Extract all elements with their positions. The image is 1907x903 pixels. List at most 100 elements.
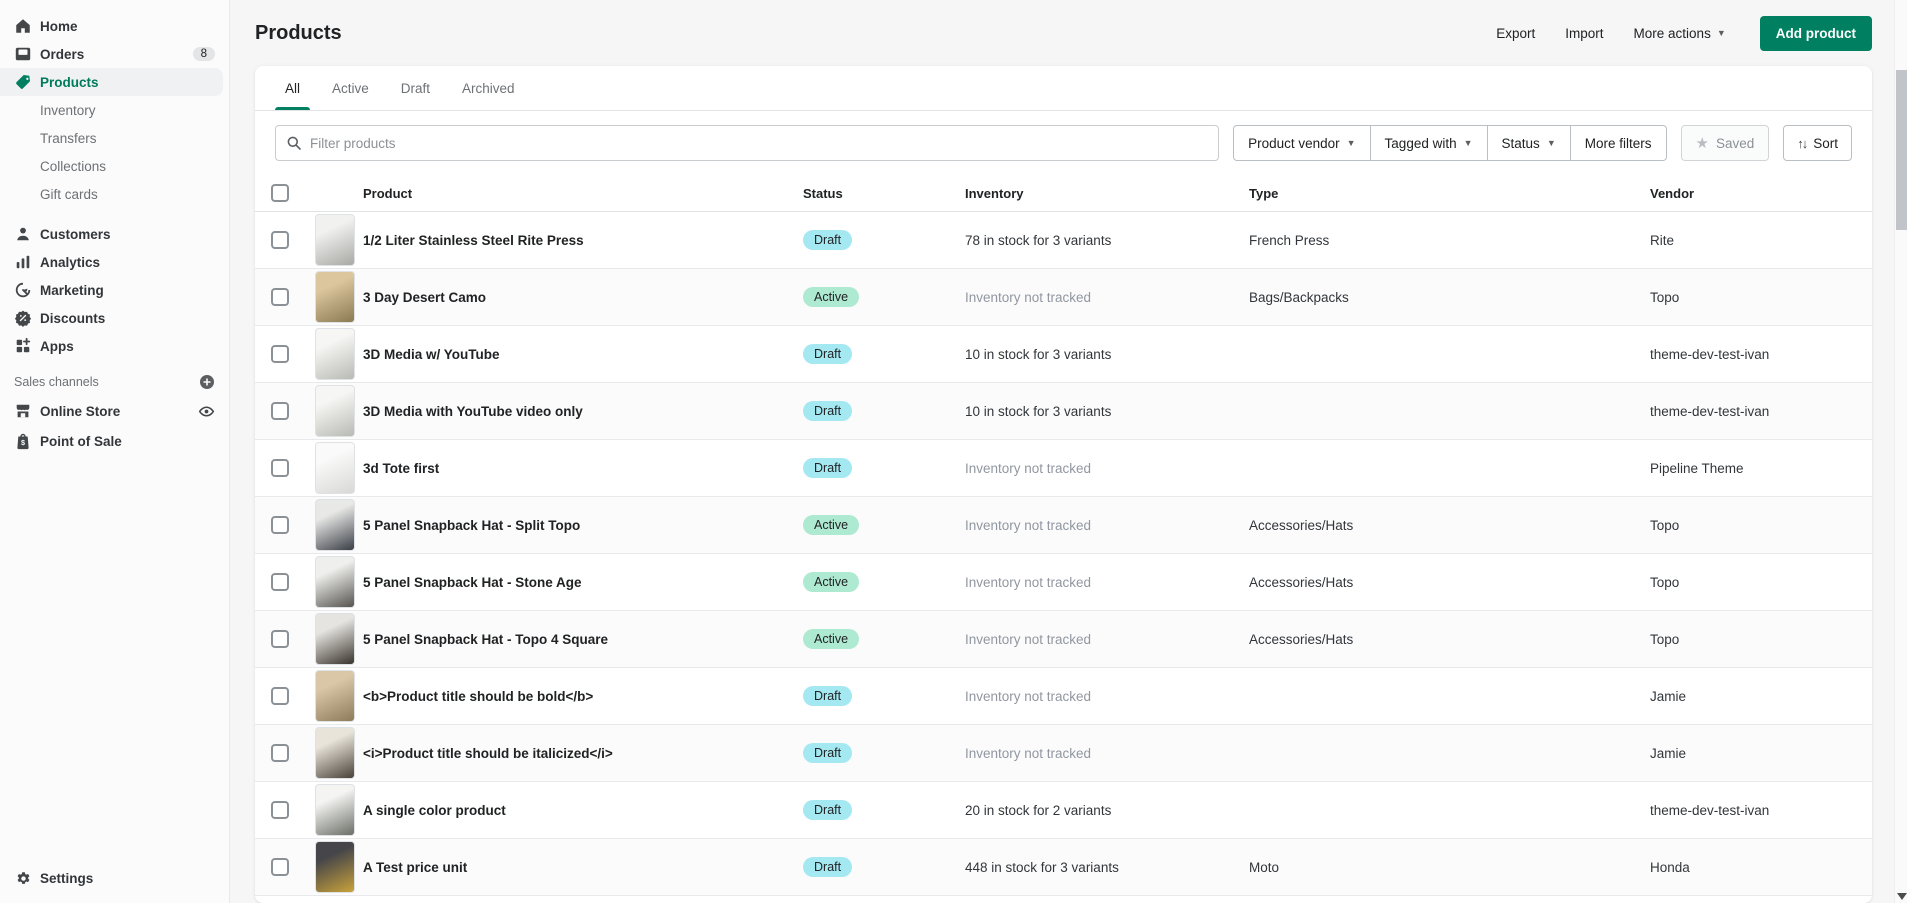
select-all-checkbox[interactable] bbox=[271, 184, 289, 202]
table-row[interactable]: <b>Product title should be bold</b> Draft… bbox=[255, 668, 1872, 725]
saved-filters-button[interactable]: ★ Saved bbox=[1680, 125, 1770, 161]
tab-draft[interactable]: Draft bbox=[385, 66, 446, 110]
filter-status-button[interactable]: Status ▼ bbox=[1487, 125, 1571, 161]
page-title: Products bbox=[255, 21, 342, 44]
inventory-cell: Inventory not tracked bbox=[965, 289, 1092, 305]
sidebar-item-customers[interactable]: Customers bbox=[0, 220, 229, 248]
home-icon bbox=[14, 17, 32, 35]
sidebar-item-point-of-sale[interactable]: $ Point of Sale bbox=[0, 426, 229, 456]
filter-product-vendor-button[interactable]: Product vendor ▼ bbox=[1233, 125, 1371, 161]
table-row[interactable]: A single color product Draft 20 in stock f… bbox=[255, 782, 1872, 839]
product-title-link[interactable]: 3D Media w/ YouTube bbox=[363, 347, 803, 362]
sidebar-item-gift-cards[interactable]: Gift cards bbox=[0, 180, 229, 208]
table-row[interactable]: 3D Media with YouTube video only Draft 10 … bbox=[255, 383, 1872, 440]
tab-archived[interactable]: Archived bbox=[446, 66, 531, 110]
sidebar-item-collections[interactable]: Collections bbox=[0, 152, 229, 180]
table-row[interactable]: 5 Panel Snapback Hat - Stone Age Active In… bbox=[255, 554, 1872, 611]
row-checkbox[interactable] bbox=[271, 744, 289, 762]
sidebar-item-transfers[interactable]: Transfers bbox=[0, 124, 229, 152]
product-title-link[interactable]: A Test price unit bbox=[363, 860, 803, 875]
product-title-link[interactable]: A single color product bbox=[363, 803, 803, 818]
row-checkbox[interactable] bbox=[271, 231, 289, 249]
table-row[interactable]: <i>Product title should be italicized</i… bbox=[255, 725, 1872, 782]
row-thumb-cell bbox=[315, 556, 363, 608]
add-channel-icon[interactable] bbox=[199, 374, 215, 390]
eye-icon[interactable] bbox=[198, 403, 215, 420]
product-title-link[interactable]: 5 Panel Snapback Hat - Stone Age bbox=[363, 575, 803, 590]
tab-active[interactable]: Active bbox=[316, 66, 385, 110]
table-row[interactable]: 5 Panel Snapback Hat - Split Topo Active I… bbox=[255, 497, 1872, 554]
scrollbar-down-arrow-icon[interactable] bbox=[1897, 893, 1907, 900]
vendor-cell: Jamie bbox=[1650, 745, 1687, 761]
inventory-cell: 10 in stock for 3 variants bbox=[965, 346, 1112, 362]
row-checkbox[interactable] bbox=[271, 801, 289, 819]
row-checkbox[interactable] bbox=[271, 345, 289, 363]
row-checkbox[interactable] bbox=[271, 858, 289, 876]
sidebar-item-orders[interactable]: Orders 8 bbox=[0, 40, 229, 68]
tab-all[interactable]: All bbox=[269, 66, 316, 110]
product-title-link[interactable]: 5 Panel Snapback Hat - Topo 4 Square bbox=[363, 632, 803, 647]
filter-button-label: Tagged with bbox=[1384, 135, 1457, 151]
product-title-link[interactable]: 5 Panel Snapback Hat - Split Topo bbox=[363, 518, 803, 533]
product-title-link[interactable]: 3d Tote first bbox=[363, 461, 803, 476]
table-row[interactable]: 1/2 Liter Stainless Steel Rite Press Draf… bbox=[255, 212, 1872, 269]
sort-button[interactable]: ↑↓ Sort bbox=[1783, 125, 1852, 161]
sidebar-item-label: Products bbox=[40, 74, 99, 90]
table-row[interactable]: 3D Media w/ YouTube Draft 10 in stock for … bbox=[255, 326, 1872, 383]
product-title-link[interactable]: 1/2 Liter Stainless Steel Rite Press bbox=[363, 233, 803, 248]
row-checkbox[interactable] bbox=[271, 516, 289, 534]
table-row[interactable]: A Test price unit Draft 448 in stock for 3… bbox=[255, 839, 1872, 896]
sidebar-item-products[interactable]: Products bbox=[0, 68, 223, 96]
filter-tagged-with-button[interactable]: Tagged with ▼ bbox=[1370, 125, 1488, 161]
sidebar-item-analytics[interactable]: Analytics bbox=[0, 248, 229, 276]
status-cell: Draft bbox=[803, 230, 965, 250]
sidebar: Home Orders 8 Products Inventory Transfers Col… bbox=[0, 0, 230, 903]
row-checkbox[interactable] bbox=[271, 288, 289, 306]
gear-icon bbox=[14, 869, 32, 887]
sidebar-item-inventory[interactable]: Inventory bbox=[0, 96, 229, 124]
row-checkbox[interactable] bbox=[271, 630, 289, 648]
sidebar-item-discounts[interactable]: Discounts bbox=[0, 304, 229, 332]
row-checkbox-cell bbox=[271, 744, 315, 762]
row-checkbox[interactable] bbox=[271, 573, 289, 591]
product-title-link[interactable]: <i>Product title should be italicized</i… bbox=[363, 746, 803, 761]
vertical-scrollbar[interactable] bbox=[1894, 0, 1907, 903]
more-actions-button[interactable]: More actions ▼ bbox=[1634, 26, 1726, 41]
export-button[interactable]: Export bbox=[1496, 26, 1535, 41]
scrollbar-thumb[interactable] bbox=[1896, 70, 1907, 230]
filter-products-input[interactable] bbox=[310, 135, 1209, 151]
table-row[interactable]: 5 Panel Snapback Hat - Topo 4 Square Acti… bbox=[255, 611, 1872, 668]
table-row[interactable]: 3d Tote first Draft Inventory not tracked P… bbox=[255, 440, 1872, 497]
sidebar-item-apps[interactable]: Apps bbox=[0, 332, 229, 360]
pos-icon: $ bbox=[14, 432, 32, 450]
orders-icon bbox=[14, 45, 32, 63]
row-checkbox[interactable] bbox=[271, 459, 289, 477]
sidebar-item-marketing[interactable]: Marketing bbox=[0, 276, 229, 304]
filter-segments: Product vendor ▼ Tagged with ▼ Status ▼ More f… bbox=[1233, 125, 1667, 161]
column-header-inventory: Inventory bbox=[965, 185, 1024, 201]
column-header-product: Product bbox=[363, 185, 413, 201]
vendor-cell: theme-dev-test-ivan bbox=[1650, 346, 1770, 362]
sidebar-item-home[interactable]: Home bbox=[0, 12, 229, 40]
sidebar-item-settings[interactable]: Settings bbox=[0, 863, 229, 893]
product-title-link[interactable]: 3D Media with YouTube video only bbox=[363, 404, 803, 419]
import-button[interactable]: Import bbox=[1565, 26, 1603, 41]
add-product-button[interactable]: Add product bbox=[1759, 15, 1872, 51]
filter-more-filters-button[interactable]: More filters bbox=[1570, 125, 1667, 161]
vendor-cell: Honda bbox=[1650, 859, 1690, 875]
product-title-link[interactable]: <b>Product title should be bold</b> bbox=[363, 689, 803, 704]
column-header-type: Type bbox=[1249, 185, 1279, 201]
type-cell: Moto bbox=[1249, 859, 1280, 875]
filter-search-box[interactable] bbox=[275, 125, 1220, 161]
status-badge: Draft bbox=[803, 344, 853, 364]
column-header-status: Status bbox=[803, 185, 843, 201]
row-checkbox[interactable] bbox=[271, 687, 289, 705]
products-icon bbox=[14, 73, 32, 91]
table-row[interactable]: 3 Day Desert Camo Active Inventory not tra… bbox=[255, 269, 1872, 326]
status-cell: Active bbox=[803, 287, 965, 307]
product-title-link[interactable]: 3 Day Desert Camo bbox=[363, 290, 803, 305]
search-icon bbox=[286, 135, 302, 151]
sidebar-item-online-store[interactable]: Online Store bbox=[0, 396, 229, 426]
sales-channels-list: Online Store $ Point of Sale bbox=[0, 396, 229, 456]
row-checkbox[interactable] bbox=[271, 402, 289, 420]
